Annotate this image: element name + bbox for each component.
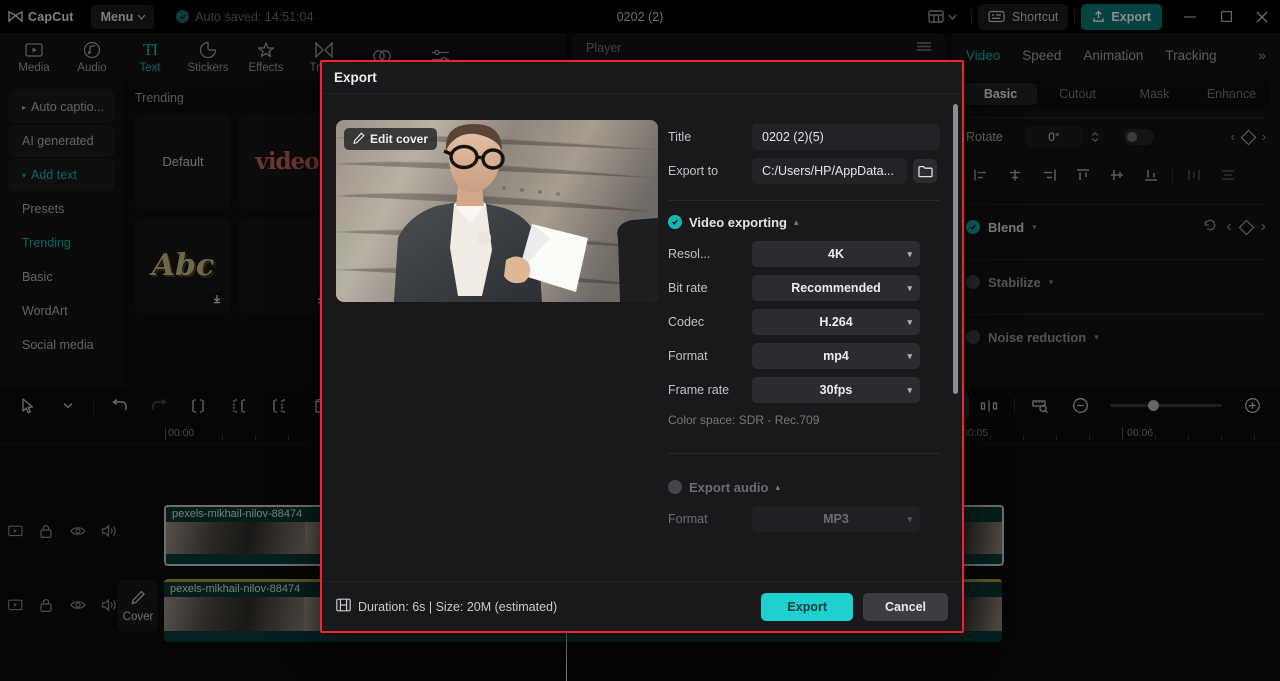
audio-format-select[interactable]: MP3 ▾ bbox=[752, 506, 920, 532]
codec-label: Codec bbox=[668, 315, 705, 329]
bitrate-value: Recommended bbox=[791, 281, 881, 295]
framerate-value: 30fps bbox=[819, 383, 853, 397]
chevron-down-icon: ▾ bbox=[907, 316, 912, 327]
bitrate-row: Bit rate Recommended ▾ bbox=[668, 271, 940, 305]
video-exporting-label: Video exporting bbox=[689, 214, 787, 230]
export-summary: Duration: 6s | Size: 20M (estimated) bbox=[336, 598, 557, 615]
title-input[interactable]: 0202 (2)(5) bbox=[752, 124, 940, 150]
audio-format-label: Format bbox=[668, 512, 708, 526]
edit-cover-button[interactable]: Edit cover bbox=[344, 128, 438, 150]
export-dialog-body: Edit cover Title 0202 (2)(5) Export to C… bbox=[322, 94, 962, 581]
edit-cover-label: Edit cover bbox=[370, 132, 429, 146]
audio-format-row: Format MP3 ▾ bbox=[668, 502, 940, 536]
format-select[interactable]: mp4 ▾ bbox=[752, 343, 920, 369]
framerate-row: Frame rate 30fps ▾ bbox=[668, 373, 940, 407]
chevron-up-icon[interactable]: ▴ bbox=[794, 217, 799, 228]
framerate-select[interactable]: 30fps ▾ bbox=[752, 377, 920, 403]
pencil-icon bbox=[353, 131, 365, 147]
export-dialog-header: Export bbox=[322, 62, 962, 94]
chevron-up-icon[interactable]: ▴ bbox=[775, 482, 780, 493]
chevron-down-icon: ▾ bbox=[907, 248, 912, 259]
chevron-down-icon: ▾ bbox=[907, 384, 912, 395]
resolution-label: Resol... bbox=[668, 247, 711, 261]
format-row: Format mp4 ▾ bbox=[668, 339, 940, 373]
export-dialog-actions: Export Cancel bbox=[761, 592, 948, 621]
export-path-input[interactable]: C:/Users/HP/AppData... bbox=[752, 158, 907, 184]
resolution-row: Resol... 4K ▾ bbox=[668, 237, 940, 271]
export-to-row: Export to C:/Users/HP/AppData... bbox=[668, 154, 940, 188]
export-dialog: Export Edit cover Title 0202 (2)(5) Expo… bbox=[322, 62, 962, 631]
audio-format-value: MP3 bbox=[823, 512, 849, 526]
bitrate-label: Bit rate bbox=[668, 281, 708, 295]
color-space-hint: Color space: SDR - Rec.709 bbox=[668, 413, 820, 427]
export-audio-section-header: Export audio ▴ bbox=[668, 472, 940, 502]
codec-value: H.264 bbox=[819, 315, 853, 329]
export-confirm-button[interactable]: Export bbox=[761, 592, 853, 621]
folder-icon[interactable] bbox=[913, 159, 937, 183]
divider bbox=[668, 200, 940, 201]
bitrate-select[interactable]: Recommended ▾ bbox=[752, 275, 920, 301]
title-field-row: Title 0202 (2)(5) bbox=[668, 120, 940, 154]
format-label: Format bbox=[668, 349, 708, 363]
export-dialog-footer: Duration: 6s | Size: 20M (estimated) Exp… bbox=[322, 581, 962, 631]
chevron-down-icon: ▾ bbox=[907, 513, 912, 524]
export-settings: Title 0202 (2)(5) Export to C:/Users/HP/… bbox=[668, 94, 962, 581]
video-exporting-checkbox[interactable] bbox=[668, 215, 682, 229]
capcut-window: CapCut Menu Auto saved: 14:51:04 0202 (2… bbox=[0, 0, 1280, 681]
divider bbox=[668, 453, 940, 454]
export-audio-label: Export audio bbox=[689, 479, 769, 495]
export-summary-text: Duration: 6s | Size: 20M (estimated) bbox=[358, 599, 558, 614]
chevron-down-icon: ▾ bbox=[907, 282, 912, 293]
resolution-value: 4K bbox=[828, 247, 844, 261]
settings-scrollbar[interactable] bbox=[953, 104, 958, 394]
cover-thumbnail[interactable]: Edit cover bbox=[336, 120, 658, 302]
cover-preview-section: Edit cover bbox=[322, 94, 668, 581]
export-audio-checkbox[interactable] bbox=[668, 480, 682, 494]
codec-select[interactable]: H.264 ▾ bbox=[752, 309, 920, 335]
format-value: mp4 bbox=[823, 349, 849, 363]
codec-row: Codec H.264 ▾ bbox=[668, 305, 940, 339]
cancel-button[interactable]: Cancel bbox=[863, 592, 948, 621]
title-label: Title bbox=[668, 130, 692, 144]
export-to-label: Export to bbox=[668, 164, 719, 178]
chevron-down-icon: ▾ bbox=[907, 350, 912, 361]
video-exporting-section-header: Video exporting ▴ bbox=[668, 207, 940, 237]
resolution-select[interactable]: 4K ▾ bbox=[752, 241, 920, 267]
framerate-label: Frame rate bbox=[668, 383, 730, 397]
film-icon bbox=[336, 598, 351, 615]
